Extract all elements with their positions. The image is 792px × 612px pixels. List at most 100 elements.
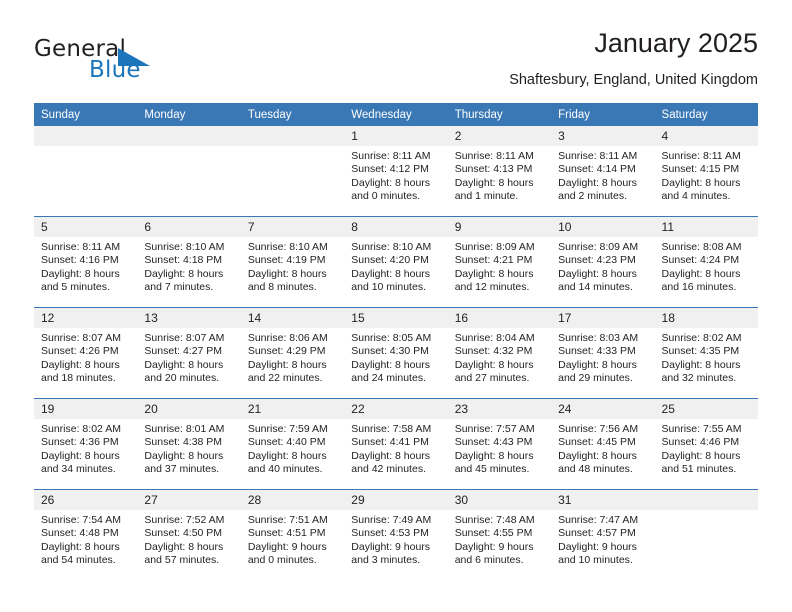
- day-number: 2: [447, 126, 552, 146]
- daylight-text-line1: Daylight: 8 hours: [247, 267, 327, 280]
- calendar-day-cell[interactable]: 24 Sunrise: 7:56 AM Sunset: 4:45 PM Dayligh…: [551, 398, 655, 490]
- calendar-day-cell[interactable]: 19 Sunrise: 8:02 AM Sunset: 4:36 PM Dayligh…: [34, 398, 138, 490]
- sunset-text: Sunset: 4:45 PM: [558, 436, 636, 449]
- calendar-day-cell[interactable]: 27 Sunrise: 7:52 AM Sunset: 4:50 PM Dayligh…: [137, 489, 241, 580]
- sunrise-text: Sunrise: 8:11 AM: [454, 150, 534, 162]
- day-number: 4: [654, 126, 758, 146]
- sunrise-text: Sunrise: 7:57 AM: [454, 423, 535, 435]
- day-number: 15: [344, 308, 448, 328]
- daylight-text-line2: and 40 minutes.: [247, 463, 323, 476]
- calendar-page: General Blue January 2025 Shaftesbury, E…: [0, 0, 792, 612]
- sunset-text: Sunset: 4:43 PM: [454, 436, 533, 449]
- daylight-text-line2: and 12 minutes.: [454, 281, 530, 294]
- daylight-text-line1: Daylight: 8 hours: [41, 449, 120, 462]
- calendar-day-cell[interactable]: 10 Sunrise: 8:09 AM Sunset: 4:23 PM Dayligh…: [551, 216, 655, 308]
- calendar-day-cell[interactable]: 11 Sunrise: 8:08 AM Sunset: 4:24 PM Dayligh…: [654, 216, 758, 308]
- day-number: 23: [447, 399, 552, 419]
- daylight-text-line2: and 18 minutes.: [41, 372, 116, 385]
- day-details: Sunrise: 7:59 AM Sunset: 4:40 PM Daylight:…: [241, 419, 344, 477]
- calendar-day-cell[interactable]: 9 Sunrise: 8:09 AM Sunset: 4:21 PM Daylight…: [447, 216, 552, 308]
- day-details: Sunrise: 7:54 AM Sunset: 4:48 PM Daylight:…: [34, 510, 137, 568]
- calendar-day-cell[interactable]: 29 Sunrise: 7:49 AM Sunset: 4:53 PM Dayligh…: [344, 489, 448, 580]
- calendar-week-row: 26 Sunrise: 7:54 AM Sunset: 4:48 PM Dayligh…: [34, 489, 758, 580]
- calendar-day-cell[interactable]: 26 Sunrise: 7:54 AM Sunset: 4:48 PM Dayligh…: [34, 489, 138, 580]
- calendar-day-cell[interactable]: 6 Sunrise: 8:10 AM Sunset: 4:18 PM Daylight…: [137, 216, 241, 308]
- sunrise-text: Sunrise: 7:48 AM: [454, 514, 535, 526]
- sunset-text: Sunset: 4:24 PM: [661, 254, 740, 267]
- daylight-text-line2: and 3 minutes.: [351, 554, 421, 567]
- day-details: Sunrise: 8:11 AM Sunset: 4:15 PM Daylight:…: [655, 146, 758, 204]
- day-number: 29: [344, 490, 448, 510]
- day-details: Sunrise: 8:10 AM Sunset: 4:20 PM Daylight:…: [344, 237, 447, 295]
- day-number: 12: [34, 308, 138, 328]
- calendar-day-cell[interactable]: 28 Sunrise: 7:51 AM Sunset: 4:51 PM Dayligh…: [240, 489, 345, 580]
- day-details: Sunrise: 8:01 AM Sunset: 4:38 PM Daylight:…: [137, 419, 240, 477]
- day-details: Sunrise: 8:10 AM Sunset: 4:19 PM Daylight:…: [241, 237, 344, 295]
- daylight-text-line1: Daylight: 8 hours: [661, 358, 741, 371]
- sunset-text: Sunset: 4:26 PM: [41, 345, 119, 358]
- calendar-day-cell[interactable]: 14 Sunrise: 8:06 AM Sunset: 4:29 PM Dayligh…: [240, 307, 345, 399]
- weekday-header-friday: Friday: [551, 103, 655, 126]
- calendar-day-cell-empty: [34, 126, 138, 217]
- calendar-day-cell[interactable]: 16 Sunrise: 8:04 AM Sunset: 4:32 PM Dayligh…: [447, 307, 552, 399]
- day-number: 21: [240, 399, 345, 419]
- day-number: 22: [344, 399, 448, 419]
- weekday-header-wednesday: Wednesday: [344, 103, 448, 126]
- calendar-day-cell[interactable]: 22 Sunrise: 7:58 AM Sunset: 4:41 PM Dayligh…: [344, 398, 448, 490]
- day-details: Sunrise: 8:11 AM Sunset: 4:13 PM Daylight:…: [448, 146, 551, 204]
- calendar-day-cell[interactable]: 2 Sunrise: 8:11 AM Sunset: 4:13 PM Daylight…: [447, 126, 552, 217]
- calendar-day-cell[interactable]: 18 Sunrise: 8:02 AM Sunset: 4:35 PM Dayligh…: [654, 307, 758, 399]
- day-number: 19: [34, 399, 138, 419]
- sunrise-text: Sunrise: 8:05 AM: [351, 332, 432, 344]
- calendar-day-cell[interactable]: 13 Sunrise: 8:07 AM Sunset: 4:27 PM Dayligh…: [137, 307, 241, 399]
- calendar-day-cell[interactable]: 5 Sunrise: 8:11 AM Sunset: 4:16 PM Daylight…: [34, 216, 138, 308]
- weekday-header-monday: Monday: [137, 103, 241, 126]
- sunrise-text: Sunrise: 8:11 AM: [558, 150, 638, 162]
- calendar-day-cell[interactable]: 25 Sunrise: 7:55 AM Sunset: 4:46 PM Dayligh…: [654, 398, 758, 490]
- day-number: 28: [240, 490, 345, 510]
- sunset-text: Sunset: 4:41 PM: [351, 436, 429, 449]
- calendar-day-cell[interactable]: 31 Sunrise: 7:47 AM Sunset: 4:57 PM Dayligh…: [551, 489, 655, 580]
- day-number: 13: [137, 308, 241, 328]
- daylight-text-line2: and 10 minutes.: [351, 281, 426, 294]
- calendar-day-cell[interactable]: 7 Sunrise: 8:10 AM Sunset: 4:19 PM Daylight…: [240, 216, 345, 308]
- sunrise-text: Sunrise: 8:11 AM: [661, 150, 741, 162]
- sunset-text: Sunset: 4:36 PM: [41, 436, 119, 449]
- calendar-day-cell[interactable]: 12 Sunrise: 8:07 AM Sunset: 4:26 PM Dayligh…: [34, 307, 138, 399]
- daylight-text-line1: Daylight: 9 hours: [351, 540, 431, 553]
- calendar-day-cell[interactable]: 3 Sunrise: 8:11 AM Sunset: 4:14 PM Daylight…: [551, 126, 655, 217]
- sunrise-text: Sunrise: 8:10 AM: [351, 241, 432, 253]
- day-details: Sunrise: 8:10 AM Sunset: 4:18 PM Daylight:…: [137, 237, 240, 295]
- sunset-text: Sunset: 4:19 PM: [247, 254, 326, 267]
- calendar-day-cell[interactable]: 23 Sunrise: 7:57 AM Sunset: 4:43 PM Dayligh…: [447, 398, 552, 490]
- sunrise-text: Sunrise: 7:55 AM: [661, 423, 742, 435]
- sunset-text: Sunset: 4:32 PM: [454, 345, 533, 358]
- calendar-day-cell[interactable]: 8 Sunrise: 8:10 AM Sunset: 4:20 PM Daylight…: [344, 216, 448, 308]
- day-number: 26: [34, 490, 138, 510]
- daylight-text-line1: Daylight: 8 hours: [558, 449, 637, 462]
- calendar-day-cell[interactable]: 21 Sunrise: 7:59 AM Sunset: 4:40 PM Dayligh…: [240, 398, 345, 490]
- sunset-text: Sunset: 4:12 PM: [351, 163, 429, 176]
- sunset-text: Sunset: 4:23 PM: [558, 254, 636, 267]
- brand-logo[interactable]: General Blue: [34, 36, 174, 88]
- calendar-day-cell[interactable]: 4 Sunrise: 8:11 AM Sunset: 4:15 PM Daylight…: [654, 126, 758, 217]
- calendar-day-cell[interactable]: 15 Sunrise: 8:05 AM Sunset: 4:30 PM Dayligh…: [344, 307, 448, 399]
- daylight-text-line2: and 4 minutes.: [661, 190, 731, 203]
- sunset-text: Sunset: 4:40 PM: [247, 436, 326, 449]
- sunrise-text: Sunrise: 8:04 AM: [454, 332, 535, 344]
- daylight-text-line1: Daylight: 8 hours: [454, 176, 534, 189]
- calendar-day-cell[interactable]: 20 Sunrise: 8:01 AM Sunset: 4:38 PM Dayligh…: [137, 398, 241, 490]
- daylight-text-line1: Daylight: 8 hours: [351, 267, 431, 280]
- daylight-text-line1: Daylight: 8 hours: [351, 176, 431, 189]
- daylight-text-line1: Daylight: 8 hours: [41, 540, 120, 553]
- sunrise-text: Sunrise: 8:11 AM: [41, 241, 121, 253]
- daylight-text-line2: and 20 minutes.: [144, 372, 220, 385]
- day-number: 8: [344, 217, 448, 237]
- day-number-placeholder: [34, 126, 138, 146]
- page-header: General Blue January 2025 Shaftesbury, E…: [34, 28, 758, 100]
- weekday-header-sunday: Sunday: [34, 103, 138, 126]
- day-number: 14: [240, 308, 345, 328]
- calendar-day-cell[interactable]: 17 Sunrise: 8:03 AM Sunset: 4:33 PM Dayligh…: [551, 307, 655, 399]
- calendar-day-cell[interactable]: 30 Sunrise: 7:48 AM Sunset: 4:55 PM Dayligh…: [447, 489, 552, 580]
- calendar-day-cell[interactable]: 1 Sunrise: 8:11 AM Sunset: 4:12 PM Daylight…: [344, 126, 448, 217]
